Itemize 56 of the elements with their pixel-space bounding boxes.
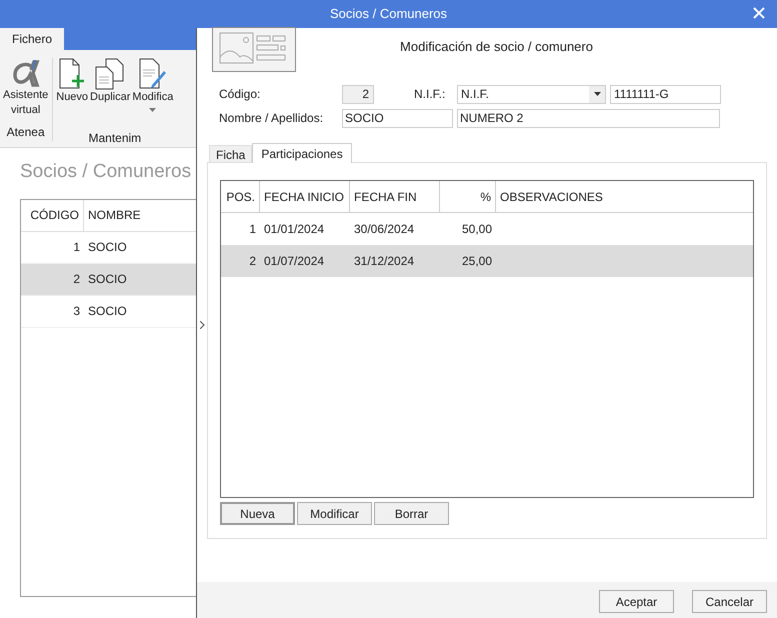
grid-cell-text: 01/01/2024 <box>263 221 326 238</box>
nif-type-dropdown[interactable]: N.I.F. <box>457 84 606 104</box>
ribbon-button[interactable]: Nuevo <box>55 58 90 131</box>
column-header: % <box>440 181 496 212</box>
nif-field[interactable]: 1111111-G <box>610 84 721 104</box>
ribbon-tab[interactable]: Fichero <box>0 28 64 50</box>
column-header: NOMBRE <box>87 207 141 224</box>
page-heading: Socios / Comuneros <box>20 161 192 182</box>
ribbon-button[interactable]: Modifica <box>131 58 174 131</box>
grid-cell-text: 01/07/2024 <box>263 253 326 270</box>
grid-cell-text: 30/06/2024 <box>353 221 416 238</box>
field-label: Nombre / Apellidos: <box>219 110 324 127</box>
column-header: CÓDIGO <box>21 200 84 230</box>
document-pencil-icon <box>138 58 168 90</box>
ribbon-button[interactable]: Duplicar <box>89 58 132 131</box>
field-label: N.I.F.: <box>414 86 446 103</box>
table-cell-text: 3 <box>72 303 81 320</box>
code-field[interactable]: 2 <box>342 84 374 104</box>
column-header: OBSERVACIONES <box>499 188 604 206</box>
table-cell-text: 2 <box>72 271 81 288</box>
tab[interactable]: Participaciones <box>252 143 352 163</box>
name-field[interactable]: SOCIO <box>342 108 453 128</box>
column-header: FECHA INICIO <box>260 181 350 212</box>
new-document-icon <box>58 58 86 90</box>
surname-field[interactable]: NUMERO 2 <box>457 108 720 128</box>
ribbon-group-label: Mantenim <box>88 131 142 147</box>
chevron-icon <box>200 321 205 329</box>
grid-button[interactable]: Modificar <box>297 502 372 525</box>
ribbon-button[interactable]: Asistente virtual <box>2 58 50 125</box>
table-cell-text: 1 <box>72 239 81 256</box>
grid-cell-text: 50,00 <box>460 221 493 238</box>
duplicate-documents-icon <box>94 58 126 90</box>
table-cell-text: SOCIO <box>87 271 127 288</box>
tab[interactable]: Ficha <box>209 145 252 162</box>
grid-cell-text: 25,00 <box>460 253 493 270</box>
table-cell-text: SOCIO <box>87 239 127 256</box>
grid-button[interactable]: Nueva <box>220 502 295 525</box>
footer-button[interactable]: Aceptar <box>599 590 674 613</box>
grid-button[interactable]: Borrar <box>374 502 449 525</box>
grid-cell-text: 2 <box>248 253 257 270</box>
grid-cell-text: 1 <box>248 221 257 238</box>
ribbon-group-label: Atenea <box>6 125 45 141</box>
table-row[interactable]: 2 SOCIO <box>21 264 196 296</box>
footer-button[interactable]: Cancelar <box>692 590 767 613</box>
column-header: FECHA FIN <box>350 181 440 212</box>
column-header: POS. <box>221 181 260 212</box>
alpha-icon <box>10 58 41 88</box>
close-icon[interactable] <box>751 5 767 21</box>
dialog-title: Modificación de socio / comunero <box>400 38 593 56</box>
field-label: Código: <box>219 86 262 103</box>
window-title: Socios / Comuneros <box>330 5 448 24</box>
table-cell-text: SOCIO <box>87 303 127 320</box>
grid-cell-text: 31/12/2024 <box>353 253 416 270</box>
grid-row[interactable]: 1 01/01/2024 30/06/2024 50,00 <box>221 213 753 245</box>
dropdown-arrow-icon <box>594 92 600 96</box>
grid-row[interactable]: 2 01/07/2024 31/12/2024 25,00 <box>221 245 753 277</box>
